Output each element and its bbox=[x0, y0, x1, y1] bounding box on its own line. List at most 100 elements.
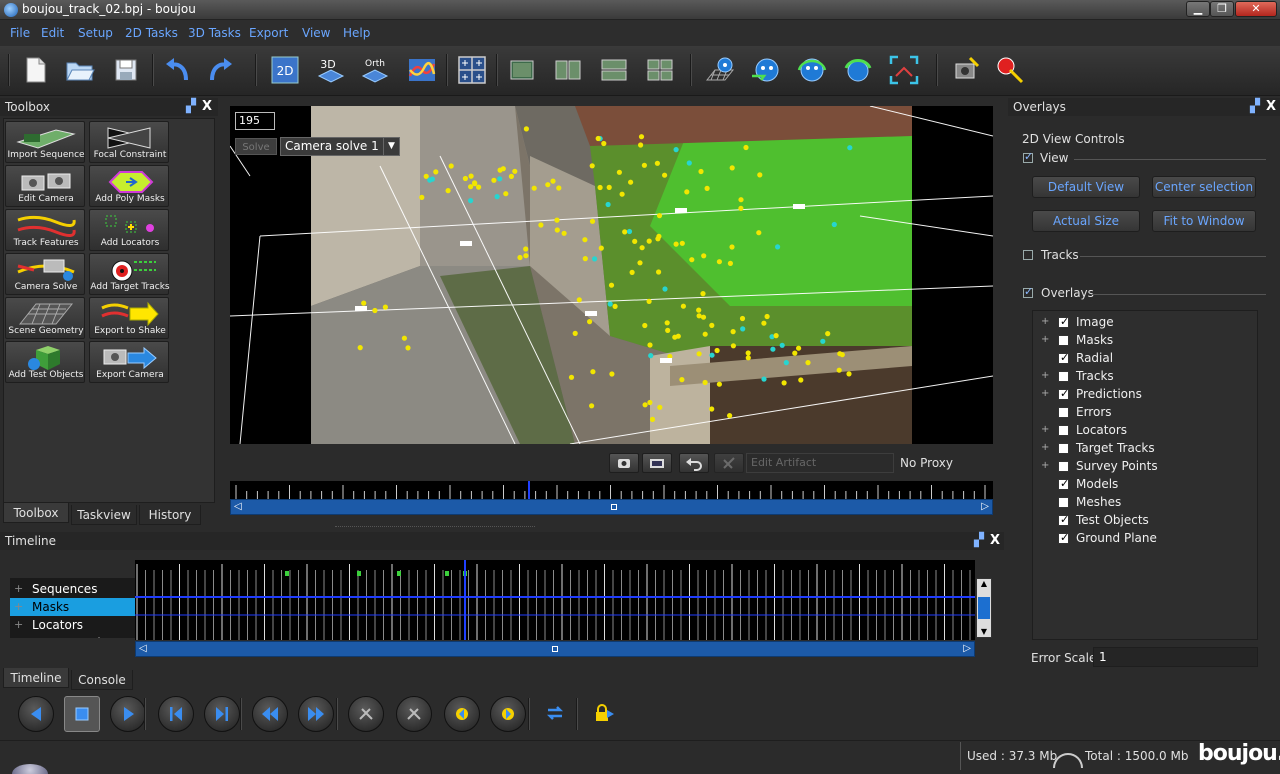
undock-icon[interactable]: ▞ bbox=[974, 532, 984, 550]
timeline-track-row[interactable]: + Target Tracks bbox=[10, 634, 135, 638]
default-view-button[interactable]: Default View bbox=[1032, 176, 1140, 198]
overlay-item[interactable]: Models bbox=[1033, 475, 1255, 493]
camera-grid-icon[interactable] bbox=[704, 54, 736, 86]
viewport-horizontal-scrollbar[interactable]: ◁ ▷ bbox=[230, 499, 993, 515]
overlay-checkbox[interactable] bbox=[1058, 315, 1069, 328]
scroll-right-icon[interactable]: ▷ bbox=[963, 643, 971, 654]
proxy-label[interactable]: No Proxy bbox=[900, 456, 953, 470]
scroll-down-icon[interactable]: ▼ bbox=[977, 627, 991, 637]
fit-to-window-button[interactable]: Fit to Window bbox=[1152, 210, 1256, 232]
tracks-checkbox[interactable] bbox=[1023, 250, 1033, 260]
menu-export[interactable]: Export bbox=[249, 26, 288, 40]
frame-number-field[interactable]: 195 bbox=[235, 112, 275, 130]
overlay-item[interactable]: Radial bbox=[1033, 349, 1255, 367]
tab-toolbox[interactable]: Toolbox bbox=[3, 503, 69, 523]
fit-frame-icon[interactable] bbox=[888, 54, 920, 86]
overlay-item[interactable]: Meshes bbox=[1033, 493, 1255, 511]
timeline-horizontal-scrollbar[interactable]: ◁ ▷ bbox=[135, 641, 975, 657]
export-camera-tool[interactable]: Export Camera bbox=[89, 341, 169, 383]
expand-icon[interactable]: + bbox=[1041, 442, 1049, 453]
overlay-checkbox[interactable] bbox=[1058, 351, 1069, 364]
overlay-checkbox[interactable] bbox=[1058, 531, 1069, 544]
overlay-item[interactable]: + Predictions bbox=[1033, 385, 1255, 403]
expand-icon[interactable]: + bbox=[1041, 370, 1049, 381]
export-to-shake-tool[interactable]: Export to Shake bbox=[89, 297, 169, 339]
import-sequence-tool[interactable]: Import Sequence bbox=[5, 121, 85, 163]
tab-timeline[interactable]: Timeline bbox=[3, 668, 69, 688]
expand-icon[interactable]: + bbox=[14, 600, 23, 613]
range-end-icon[interactable] bbox=[490, 696, 526, 732]
error-scale-input[interactable]: 1 bbox=[1093, 647, 1258, 667]
timeline-track-area[interactable] bbox=[135, 560, 975, 640]
step-back-icon[interactable] bbox=[158, 696, 194, 732]
undock-icon[interactable]: ▞ bbox=[1250, 98, 1260, 116]
close-button[interactable]: ✕ bbox=[1235, 1, 1277, 17]
scroll-right-icon[interactable]: ▷ bbox=[981, 501, 989, 512]
undo-arrow-icon[interactable] bbox=[162, 54, 194, 86]
grid-layout-icon[interactable] bbox=[456, 54, 488, 86]
track-features-tool[interactable]: Track Features bbox=[5, 209, 85, 251]
scroll-left-icon[interactable]: ◁ bbox=[234, 501, 242, 512]
timeline-track-row[interactable]: + Masks bbox=[10, 598, 135, 616]
add-locators-tool[interactable]: Add Locators bbox=[89, 209, 169, 251]
viewport-frame-ruler[interactable] bbox=[230, 481, 993, 499]
overlay-item[interactable]: + Masks bbox=[1033, 331, 1255, 349]
camera-refine-icon[interactable] bbox=[842, 54, 874, 86]
overlay-checkbox[interactable] bbox=[1058, 461, 1069, 472]
play-forward-icon[interactable] bbox=[110, 696, 146, 732]
overlay-checkbox[interactable] bbox=[1058, 387, 1069, 400]
undo-icon[interactable] bbox=[679, 453, 709, 473]
orthographic-view-icon[interactable]: Orth bbox=[359, 54, 391, 86]
lock-icon[interactable] bbox=[586, 696, 622, 732]
folder-open-icon[interactable] bbox=[64, 54, 96, 86]
step-forward-icon[interactable] bbox=[204, 696, 240, 732]
overlay-item[interactable]: + Image bbox=[1033, 313, 1255, 331]
add-target-tracks-tool[interactable]: Add Target Tracks bbox=[89, 253, 170, 295]
key-back-icon[interactable] bbox=[348, 696, 384, 732]
scroll-left-icon[interactable]: ◁ bbox=[139, 643, 147, 654]
overlay-checkbox[interactable] bbox=[1058, 371, 1069, 382]
overlay-item[interactable]: Test Objects bbox=[1033, 511, 1255, 529]
add-poly-masks-tool[interactable]: Add Poly Masks bbox=[89, 165, 169, 207]
key-forward-icon[interactable] bbox=[396, 696, 432, 732]
overlay-checkbox[interactable] bbox=[1058, 513, 1069, 526]
overlay-checkbox[interactable] bbox=[1058, 425, 1069, 436]
fast-forward-icon[interactable] bbox=[298, 696, 334, 732]
overlay-item[interactable]: + Survey Points bbox=[1033, 457, 1255, 475]
camera-solve-icon[interactable] bbox=[796, 54, 828, 86]
menu-3d-tasks[interactable]: 3D Tasks bbox=[188, 26, 241, 40]
monitor-icon[interactable] bbox=[642, 453, 672, 473]
scroll-thumb[interactable] bbox=[611, 504, 617, 510]
close-panel-icon[interactable]: X bbox=[202, 98, 212, 116]
stop-icon[interactable] bbox=[64, 696, 100, 732]
layout-rows-icon[interactable] bbox=[598, 54, 630, 86]
tab-console[interactable]: Console bbox=[71, 670, 133, 690]
overlay-item[interactable]: + Locators bbox=[1033, 421, 1255, 439]
close-panel-icon[interactable]: X bbox=[990, 532, 1000, 550]
view-3d-icon[interactable]: 3D bbox=[315, 54, 347, 86]
tab-taskview[interactable]: Taskview bbox=[71, 505, 137, 525]
expand-icon[interactable]: + bbox=[1041, 424, 1049, 435]
overlay-item[interactable]: + Target Tracks bbox=[1033, 439, 1255, 457]
menu-edit[interactable]: Edit bbox=[41, 26, 64, 40]
loop-icon[interactable] bbox=[538, 696, 574, 732]
actual-size-button[interactable]: Actual Size bbox=[1032, 210, 1140, 232]
layout-split-icon[interactable] bbox=[552, 54, 584, 86]
menu-help[interactable]: Help bbox=[343, 26, 370, 40]
rewind-icon[interactable] bbox=[252, 696, 288, 732]
camera-solve-select[interactable]: Camera solve 1 ▼ bbox=[280, 137, 400, 156]
camera-tools-icon[interactable] bbox=[950, 54, 982, 86]
undock-icon[interactable]: ▞ bbox=[186, 98, 196, 116]
camera-icon[interactable] bbox=[609, 453, 639, 473]
viewport-2d[interactable]: 195 Solve Camera solve 1 ▼ bbox=[230, 106, 993, 444]
close-panel-icon[interactable]: X bbox=[1266, 98, 1276, 116]
expand-icon[interactable]: + bbox=[14, 636, 23, 638]
solve-button[interactable]: Solve bbox=[235, 138, 277, 155]
view-2d-icon[interactable]: 2D bbox=[269, 54, 301, 86]
scroll-up-icon[interactable]: ▲ bbox=[977, 579, 991, 589]
focal-constraint-tool[interactable]: Focal Constraint bbox=[89, 121, 169, 163]
overlay-checkbox[interactable] bbox=[1058, 335, 1069, 346]
play-reverse-icon[interactable] bbox=[18, 696, 54, 732]
center-selection-button[interactable]: Center selection bbox=[1152, 176, 1256, 198]
overlay-checkbox[interactable] bbox=[1058, 497, 1069, 508]
